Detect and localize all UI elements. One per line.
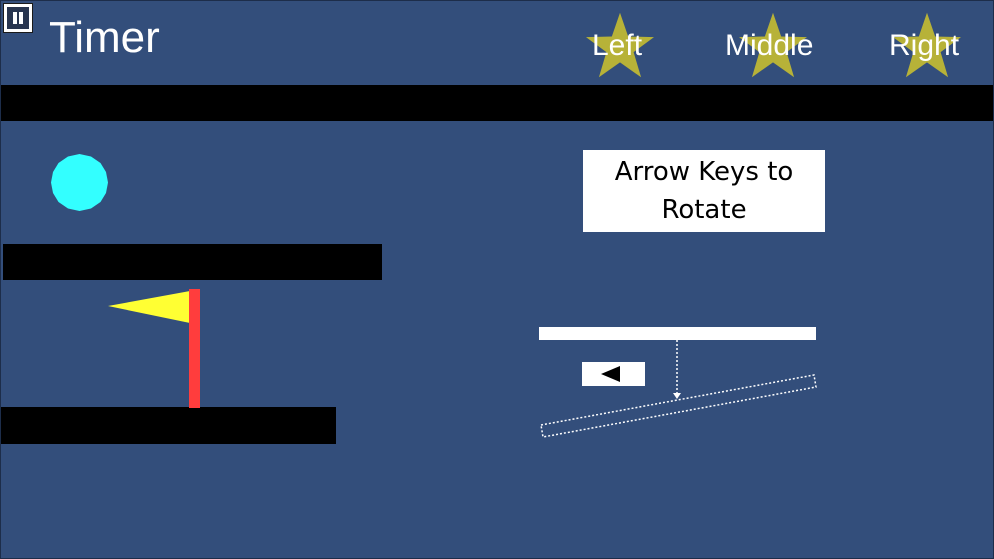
star-label-left: Left xyxy=(592,29,643,62)
lower-platform xyxy=(1,407,336,444)
hint-line-2: Rotate xyxy=(661,195,747,225)
flag-cloth xyxy=(108,291,190,323)
pause-icon xyxy=(7,7,29,29)
star-middle: Middle xyxy=(725,12,813,78)
star-label-right: Right xyxy=(889,29,960,62)
timer-label: Timer xyxy=(49,13,160,62)
hint-line-1: Arrow Keys to xyxy=(614,157,794,187)
pause-bar-left xyxy=(13,12,17,24)
rotation-tutorial-diagram xyxy=(539,327,817,438)
goal-flag xyxy=(108,289,200,408)
upper-platform xyxy=(3,244,382,280)
flag-pole xyxy=(189,289,200,408)
star-right: Right xyxy=(889,12,961,78)
player-ball xyxy=(51,154,108,211)
rotation-guide-arrowhead xyxy=(673,393,681,399)
star-label-middle: Middle xyxy=(725,29,814,62)
pause-button[interactable] xyxy=(3,3,33,33)
hint-box: Arrow Keys to Rotate xyxy=(583,150,825,232)
pause-bar-right xyxy=(19,12,23,24)
star-left: Left xyxy=(586,12,654,78)
tutorial-platform xyxy=(539,327,816,340)
ceiling-platform xyxy=(1,85,993,121)
